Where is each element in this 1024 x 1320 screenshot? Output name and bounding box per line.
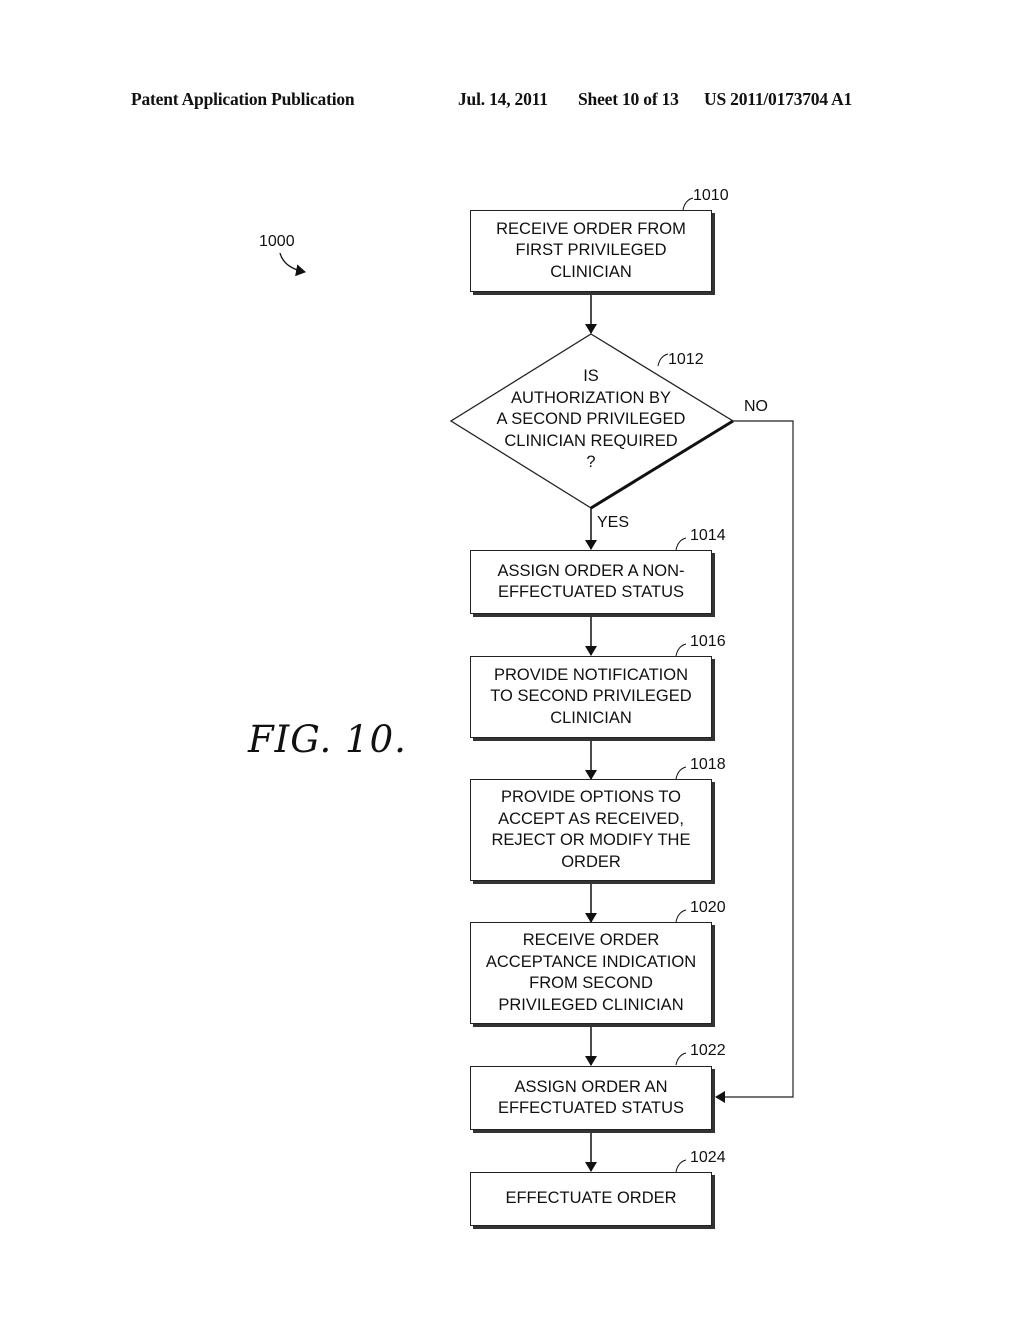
leader-1012 [657,353,669,367]
leader-1022 [675,1052,687,1066]
step-1022-box: ASSIGN ORDER AN EFFECTUATED STATUS [470,1066,712,1130]
ref-1024: 1024 [690,1149,726,1166]
leader-1016 [675,643,687,657]
leader-1020 [675,909,687,923]
ref-1020: 1020 [690,899,726,916]
step-1020-box: RECEIVE ORDER ACCEPTANCE INDICATION FROM… [470,922,712,1024]
step-1018-box: PROVIDE OPTIONS TO ACCEPT AS RECEIVED, R… [470,779,712,881]
ref-1010: 1010 [693,187,729,204]
arrow-no-branch [715,420,794,1103]
figure-ref-number: 1000 [259,233,295,250]
branch-no-label: NO [744,398,768,415]
figure-ref-arrow [279,252,306,277]
leader-1018 [675,766,687,780]
step-1016-box: PROVIDE NOTIFICATION TO SECOND PRIVILEGE… [470,656,712,738]
ref-1016: 1016 [690,633,726,650]
step-1014-box: ASSIGN ORDER A NON- EFFECTUATED STATUS [470,550,712,614]
figure-label: FIG. 10. [248,718,407,761]
ref-1018: 1018 [690,756,726,773]
leader-1010 [682,197,694,211]
leader-1014 [675,537,687,551]
leader-1024 [675,1159,687,1173]
decision-1012-text: IS AUTHORIZATION BY A SECOND PRIVILEGED … [496,367,686,471]
branch-yes-label: YES [597,514,630,531]
step-1024-box: EFFECTUATE ORDER [470,1172,712,1226]
ref-1022: 1022 [690,1042,726,1059]
ref-1014: 1014 [690,527,726,544]
step-1010-box: RECEIVE ORDER FROM FIRST PRIVILEGED CLIN… [470,210,712,292]
